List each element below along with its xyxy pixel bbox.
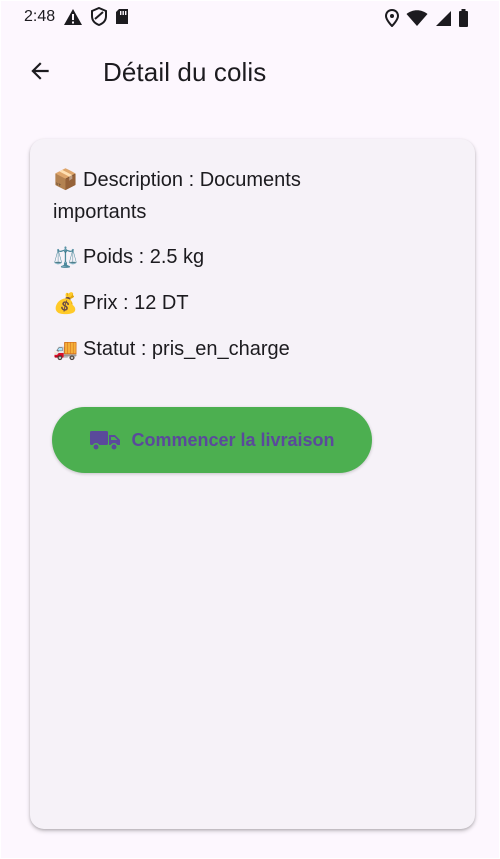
- price-line: 💰 Prix : 12 DT: [53, 287, 189, 319]
- price-text: Prix : 12 DT: [83, 292, 189, 314]
- status-left: 2:48: [24, 7, 129, 26]
- status-time: 2:48: [24, 7, 56, 25]
- app-bar: Détail du colis: [1, 35, 499, 111]
- back-button[interactable]: [20, 53, 60, 93]
- wifi-icon: [406, 9, 428, 27]
- parcel-detail-card: 📦 Description : Documents importants ⚖️ P…: [30, 139, 475, 829]
- scale-icon: ⚖️: [53, 245, 78, 269]
- battery-icon: [458, 9, 469, 27]
- sd-card-icon: [115, 8, 129, 25]
- start-delivery-button[interactable]: Commencer la livraison: [52, 407, 372, 473]
- status-right: [384, 9, 469, 27]
- screen: 2:48 Détail du colis 📦 Description: Doc…: [1, 1, 499, 858]
- description-text: Description : Documents importants: [53, 169, 301, 223]
- money-bag-icon: 💰: [53, 291, 78, 315]
- warning-icon: [63, 8, 83, 26]
- arrow-back-icon: [27, 58, 53, 89]
- delivery-truck-icon: 🚚: [53, 337, 78, 361]
- status-text: Statut : pris_en_charge: [83, 338, 290, 360]
- page-title: Détail du colis: [103, 57, 267, 87]
- status-line: 🚚 Statut : pris_en_charge: [53, 333, 290, 365]
- package-icon: 📦: [53, 167, 78, 191]
- weight-line: ⚖️ Poids : 2.5 kg: [53, 241, 204, 273]
- description-line: 📦 Description : Documents importants: [53, 163, 353, 228]
- location-icon: [384, 9, 400, 27]
- status-bar: 2:48: [1, 1, 499, 35]
- start-delivery-label: Commencer la livraison: [131, 429, 335, 450]
- weight-text: Poids : 2.5 kg: [83, 246, 205, 268]
- shield-icon: [91, 7, 108, 26]
- cell-signal-icon: [434, 10, 452, 27]
- truck-icon: [89, 428, 121, 452]
